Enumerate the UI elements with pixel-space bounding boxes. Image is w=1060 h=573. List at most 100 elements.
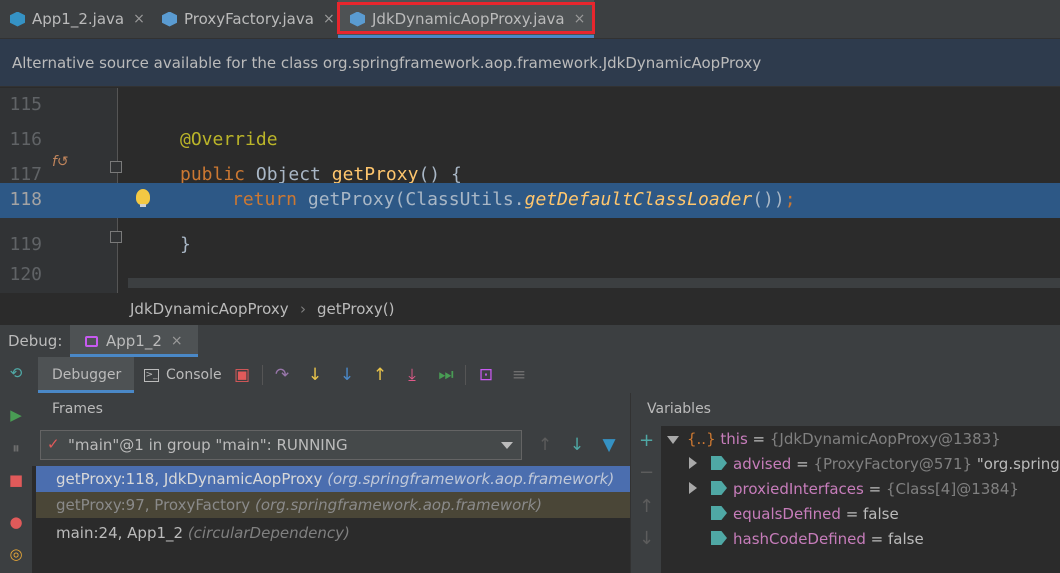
chevron-down-icon <box>501 442 513 449</box>
code-text: public Object getProxy() { <box>180 164 462 185</box>
breadcrumb-item-class[interactable]: JdkDynamicAopProxy <box>130 300 289 318</box>
stop-icon[interactable]: ■ <box>8 471 24 489</box>
frame-package: (org.springframework.aop.framework) <box>327 470 615 488</box>
frame-item[interactable]: main:24, App1_2 (circularDependency) <box>36 520 630 546</box>
thread-selector[interactable]: ✓ "main"@1 in group "main": RUNNING <box>40 430 522 460</box>
variable-row-proxiedinterfaces[interactable]: proxiedInterfaces = {Class[4]@1384} <box>661 477 1060 502</box>
fold-end-icon[interactable] <box>110 231 122 243</box>
debug-tool-window-header: Debug: App1_2 × <box>0 325 1060 358</box>
frame-item[interactable]: getProxy:118, JdkDynamicAopProxy (org.sp… <box>36 466 630 492</box>
close-icon[interactable]: × <box>574 11 586 27</box>
java-class-locked-icon <box>350 11 365 27</box>
thread-suspended-icon: ✓ <box>47 435 60 453</box>
frame-up-icon[interactable]: ↑ <box>535 435 555 455</box>
console-icon: >_ <box>144 368 159 382</box>
line-number: 118 <box>9 189 42 210</box>
close-icon[interactable]: × <box>323 11 335 27</box>
variables-title: Variables <box>647 401 711 417</box>
filter-icon[interactable]: ▼ <box>599 435 619 455</box>
type-token: Object <box>245 164 332 185</box>
variable-row-equalsdefined[interactable]: equalsDefined = false <box>661 502 1060 527</box>
close-icon[interactable]: × <box>171 333 183 349</box>
frame-package: (circularDependency) <box>187 524 350 542</box>
variable-row-advised[interactable]: advised = {ProxyFactory@571} "org.spring… <box>661 452 1060 477</box>
move-watch-down-icon[interactable]: ↓ <box>639 528 654 549</box>
variables-toolbar: + − ↑ ↓ <box>631 426 661 573</box>
variable-name: proxiedInterfaces <box>733 480 864 498</box>
remove-watch-icon[interactable]: − <box>639 462 654 483</box>
line-number: 116 <box>9 129 42 150</box>
mute-breakpoints-icon[interactable]: ◎ <box>8 545 24 563</box>
tab-debugger[interactable]: Debugger <box>38 357 134 393</box>
code-text: @Override <box>180 129 278 150</box>
java-class-locked-icon <box>162 11 177 27</box>
pause-icon[interactable]: ⏸ <box>8 439 24 457</box>
fold-start-icon[interactable] <box>110 161 122 173</box>
variable-extra: "org.springfra <box>976 455 1060 473</box>
equals-sign: = <box>865 530 889 548</box>
chevron-right-icon[interactable] <box>689 457 697 469</box>
line-number: 115 <box>9 94 42 115</box>
tab-console[interactable]: >_ Console <box>144 357 222 393</box>
variable-row-this[interactable]: {..} this = {JdkDynamicAopProxy@1383} <box>661 427 1060 452</box>
tab-label: Debugger <box>52 367 122 383</box>
line-number: 120 <box>9 264 42 285</box>
evaluate-expression-icon[interactable]: ⊡ <box>476 365 496 385</box>
punct-token: ()) <box>752 189 785 210</box>
rerun-icon[interactable]: ⟲ <box>8 364 24 382</box>
field-icon <box>711 456 727 470</box>
lightbulb-icon[interactable] <box>136 189 150 207</box>
object-prefix: {..} <box>687 430 716 448</box>
variable-text: advised = {ProxyFactory@571} "org.spring… <box>733 455 1060 473</box>
variable-value: {Class[4]@1384} <box>885 480 1019 498</box>
equals-sign: = <box>791 455 814 473</box>
frame-text: getProxy:118, JdkDynamicAopProxy (org.sp… <box>56 470 614 488</box>
overrides-method-icon[interactable]: f↺ <box>52 154 69 170</box>
variable-row-hashcodedefined[interactable]: hashCodeDefined = false <box>661 527 1060 552</box>
drop-frame-icon[interactable]: ⤓ <box>402 365 422 385</box>
breadcrumb-item-method[interactable]: getProxy() <box>317 300 394 318</box>
restore-layout-icon[interactable]: ▣ <box>232 365 252 385</box>
thread-selector-value: "main"@1 in group "main": RUNNING <box>68 436 348 454</box>
static-method-token: getDefaultClassLoader <box>524 189 753 210</box>
add-watch-icon[interactable]: + <box>639 430 654 451</box>
editor-tab-proxyfactory[interactable]: ProxyFactory.java × <box>162 0 335 38</box>
close-icon[interactable]: × <box>133 11 145 27</box>
code-line[interactable]: 116 @Override <box>0 123 1060 158</box>
variable-value: false <box>863 505 899 523</box>
current-execution-line[interactable]: 118 return getProxy(ClassUtils.getDefaul… <box>0 183 1060 218</box>
variables-panel-header: Variables <box>631 393 1060 426</box>
breadcrumb-separator: › <box>300 300 306 318</box>
editor-tab-app1-2[interactable]: App1_2.java × <box>10 0 145 38</box>
step-over-icon[interactable]: ↷ <box>272 365 292 385</box>
toolbar-separator <box>262 365 263 385</box>
editor-horizontal-scrollbar[interactable] <box>128 278 1060 288</box>
frame-method: getProxy:97, ProxyFactory <box>56 496 255 514</box>
alternative-source-banner: Alternative source available for the cla… <box>0 39 1060 87</box>
view-breakpoints-icon[interactable]: ● <box>8 513 24 531</box>
run-to-cursor-icon[interactable]: ⏭ <box>436 365 456 385</box>
editor-tab-jdkdynamicaopproxy[interactable]: JdkDynamicAopProxy.java × <box>338 0 594 38</box>
equals-sign: = <box>840 505 864 523</box>
code-line[interactable]: 120 <box>0 258 1060 285</box>
debug-label: Debug: <box>8 332 63 350</box>
move-watch-up-icon[interactable]: ↑ <box>639 496 654 517</box>
frame-item[interactable]: getProxy:97, ProxyFactory (org.springfra… <box>36 492 630 518</box>
step-into-icon[interactable]: ↓ <box>305 365 325 385</box>
chevron-right-icon[interactable] <box>689 482 697 494</box>
frame-text: main:24, App1_2 (circularDependency) <box>56 524 350 542</box>
punct-token: () { <box>418 164 462 185</box>
frame-down-icon[interactable]: ↓ <box>567 435 587 455</box>
debugger-toolbar: Debugger >_ Console ▣ ↷ ↓ ↓ ↑ ⤓ ⏭ ⊡ ≡ <box>32 357 1060 394</box>
trace-current-stream-icon[interactable]: ≡ <box>509 365 529 385</box>
force-step-into-icon[interactable]: ↓ <box>337 365 357 385</box>
debug-session-tab[interactable]: App1_2 × <box>70 325 198 357</box>
chevron-down-icon[interactable] <box>667 436 679 444</box>
toolbar-separator <box>465 365 466 385</box>
step-out-icon[interactable]: ↑ <box>370 365 390 385</box>
code-line[interactable]: 115 <box>0 88 1060 123</box>
tab-label: App1_2.java <box>32 10 125 28</box>
resume-icon[interactable]: ▶ <box>8 406 24 424</box>
code-editor[interactable]: 115 116 @Override 117 public Object getP… <box>0 88 1060 293</box>
frames-controls: ✓ "main"@1 in group "main": RUNNING ↑ ↓ … <box>32 426 630 466</box>
